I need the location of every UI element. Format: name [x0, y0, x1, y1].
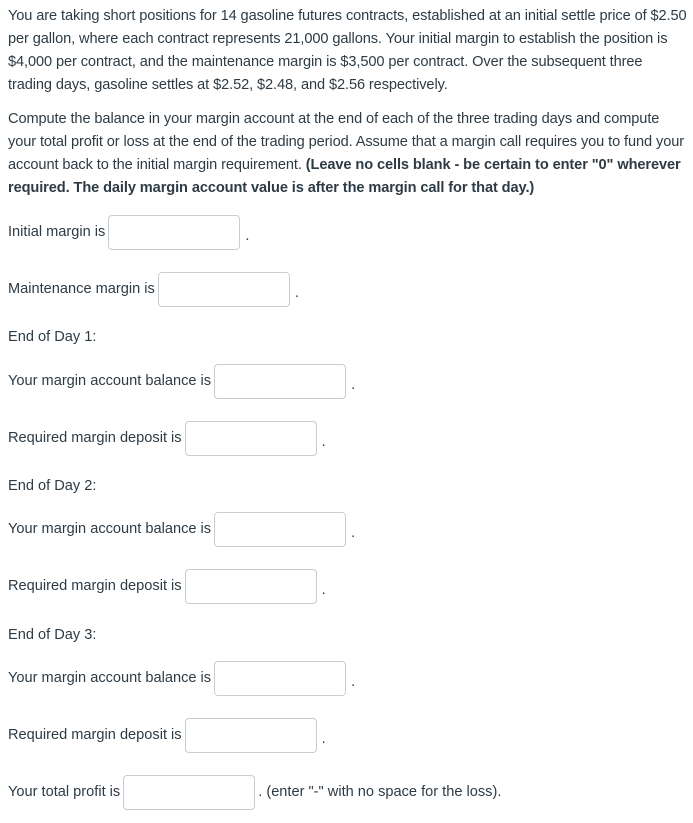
total-profit-row: Your total profit is . (enter "-" with n… [8, 774, 501, 810]
day-1-balance-input[interactable] [214, 363, 347, 399]
day-2-balance-row: Your margin account balance is . [8, 511, 355, 547]
day-1-heading: End of Day 1: [8, 329, 97, 345]
period: . [321, 731, 326, 747]
period: . [294, 285, 299, 301]
day-1-deposit-input[interactable] [184, 420, 317, 456]
day-2-balance-input[interactable] [214, 511, 347, 547]
day-2-deposit-label: Required margin deposit is [8, 578, 182, 594]
period: . [351, 377, 356, 393]
day-1-deposit-label: Required margin deposit is [8, 430, 182, 446]
day-3-balance-input[interactable] [214, 660, 347, 696]
maintenance-margin-input[interactable] [157, 271, 290, 307]
day-1-balance-label: Your margin account balance is [8, 373, 212, 389]
period: . [351, 674, 356, 690]
day-1-deposit-row: Required margin deposit is . [8, 420, 326, 456]
day-3-deposit-row: Required margin deposit is . [8, 717, 326, 753]
period: . [321, 582, 326, 598]
day-3-balance-label: Your margin account balance is [8, 670, 212, 686]
question-paragraph-1: You are taking short positions for 14 ga… [8, 8, 687, 93]
day-2-deposit-input[interactable] [184, 568, 317, 604]
total-profit-input[interactable] [123, 774, 256, 810]
maintenance-margin-row: Maintenance margin is . [8, 271, 299, 307]
day-1-balance-row: Your margin account balance is . [8, 363, 355, 399]
total-profit-hint: . (enter "-" with no space for the loss)… [258, 784, 502, 800]
total-profit-label: Your total profit is [8, 784, 121, 800]
initial-margin-row: Initial margin is . [8, 214, 249, 250]
initial-margin-input[interactable] [108, 214, 241, 250]
day-2-deposit-row: Required margin deposit is . [8, 568, 326, 604]
period: . [245, 228, 250, 244]
day-3-deposit-label: Required margin deposit is [8, 727, 182, 743]
day-3-heading: End of Day 3: [8, 627, 97, 643]
day-3-deposit-input[interactable] [184, 717, 317, 753]
day-2-balance-label: Your margin account balance is [8, 521, 212, 537]
period: . [321, 434, 326, 450]
initial-margin-label: Initial margin is [8, 224, 106, 240]
question-paragraph-2: Compute the balance in your margin accou… [8, 108, 688, 200]
period: . [351, 525, 356, 541]
maintenance-margin-label: Maintenance margin is [8, 281, 155, 297]
day-2-heading: End of Day 2: [8, 478, 97, 494]
day-3-balance-row: Your margin account balance is . [8, 660, 355, 696]
